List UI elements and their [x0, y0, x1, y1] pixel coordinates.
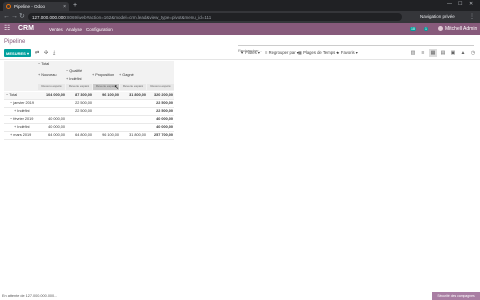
tab-close-icon[interactable]: ×	[63, 4, 66, 10]
col-header-nouveau[interactable]: + Nouveau	[38, 73, 56, 77]
browser-tab[interactable]: Pipeline - Odoo ×	[3, 2, 69, 11]
table-cell[interactable]: 22 500,00	[66, 109, 92, 113]
app-brand[interactable]: CRM	[18, 25, 34, 33]
table-cell[interactable]: 320 200,00	[147, 93, 173, 97]
filters-dropdown[interactable]: ▼ Filtres ▾	[240, 50, 260, 55]
mouse-cursor-icon: ↖	[114, 85, 120, 91]
measure-header[interactable]: Revenu espéré	[147, 84, 174, 90]
table-cell[interactable]: 96 100,00	[93, 93, 119, 97]
odoo-main-navbar: ☷ CRM Ventes Analyse Configuration 18 1 …	[0, 23, 480, 35]
user-menu[interactable]: Mitchell Admin	[438, 26, 477, 32]
table-cell[interactable]: 40 000,00	[39, 117, 65, 121]
row-header-sub[interactable]: + Indéfini	[14, 125, 30, 129]
table-cell[interactable]: 40 000,00	[39, 125, 65, 129]
divider	[0, 59, 480, 60]
periods-dropdown[interactable]: ▦ Plages de Temps ▾	[298, 50, 338, 55]
measure-header[interactable]: Revenu espéré	[120, 84, 146, 90]
table-cell[interactable]: 257 700,00	[147, 133, 173, 137]
chart-view-icon[interactable]: ▲	[459, 49, 467, 57]
incognito-label: Navigation privée	[420, 14, 455, 19]
row-header-total[interactable]: − Total	[6, 93, 17, 97]
mesures-button[interactable]: MESURES ▾	[4, 49, 31, 57]
url-path: :8069/web#action=162&model=crm.lead&view…	[65, 14, 212, 20]
user-name: Mitchell Admin	[445, 26, 478, 32]
avatar	[438, 26, 443, 32]
row-header-month[interactable]: + mars 2019	[10, 133, 31, 137]
group-by-dropdown[interactable]: ≡ Regrouper par ▾	[265, 50, 299, 55]
row-header-sub[interactable]: + Indéfini	[14, 109, 30, 113]
download-icon[interactable]: ⤓	[53, 50, 55, 56]
list-view-icon[interactable]: ≡	[419, 49, 427, 57]
apps-menu-icon[interactable]: ☷	[4, 25, 10, 33]
messages-badge[interactable]: 18	[410, 26, 416, 32]
table-cell[interactable]: 87 300,00	[66, 93, 92, 97]
col-header-total[interactable]: − Total	[38, 62, 49, 66]
table-cell[interactable]: 22 500,00	[66, 101, 92, 105]
flip-axis-icon[interactable]: ⇄	[35, 50, 39, 56]
browser-status-text: En attente de 127.000.000.000...	[2, 294, 58, 298]
table-cell[interactable]: 40 000,00	[147, 125, 173, 129]
search-field[interactable]	[238, 39, 474, 53]
pivot-view-icon[interactable]: ▦	[429, 49, 437, 57]
table-cell[interactable]: 22 500,00	[147, 109, 173, 113]
odoo-favicon-icon	[6, 4, 11, 9]
back-icon[interactable]: ←	[3, 13, 10, 21]
reload-icon[interactable]: ↻	[19, 13, 25, 21]
table-cell[interactable]: 22 500,00	[147, 101, 173, 105]
forward-icon[interactable]: →	[11, 13, 18, 21]
page-title[interactable]: Pipeline	[4, 39, 25, 45]
menu-ventes[interactable]: Ventes	[49, 27, 63, 32]
row-header-month[interactable]: − février 2019	[10, 117, 33, 121]
table-cell[interactable]: 31 800,00	[120, 133, 146, 137]
browser-address-bar: ← → ↻ 127.000.000.000:8069/web#action=16…	[0, 11, 480, 23]
url-host: 127.000.000.000	[32, 14, 66, 20]
measure-header[interactable]: Revenu espéré	[38, 84, 65, 90]
window-close-icon[interactable]: ✕	[469, 1, 473, 7]
row-header-month[interactable]: − janvier 2019	[10, 101, 34, 105]
table-row: − février 2019 40 000,00 40 000,00	[4, 116, 174, 124]
table-row: + mars 2019 64 000,00 64 800,00 96 100,0…	[4, 132, 174, 140]
col-header-qualifie-sub[interactable]: + Indéfini	[66, 77, 82, 81]
table-row: + Indéfini 22 500,00 22 500,00	[4, 108, 174, 116]
url-field[interactable]: 127.000.000.000:8069/web#action=162&mode…	[28, 13, 402, 21]
menu-analyse[interactable]: Analyse	[66, 27, 82, 32]
col-header-proposition[interactable]: + Proposition	[92, 73, 114, 77]
col-header-gagne[interactable]: + Gagné	[119, 73, 134, 77]
col-header-qualifie[interactable]: − Qualifié	[66, 69, 82, 73]
table-row: − janvier 2019 22 500,00 22 500,00	[4, 100, 174, 108]
kanban-view-icon[interactable]: ▥	[409, 49, 417, 57]
table-row: + Indéfini 40 000,00 40 000,00	[4, 124, 174, 132]
table-cell[interactable]: 64 800,00	[66, 133, 92, 137]
graph-view-icon[interactable]: ▤	[439, 49, 447, 57]
table-cell[interactable]: 96 100,00	[93, 133, 119, 137]
promo-banner[interactable]: Sécurité des campagnes	[432, 292, 480, 300]
new-tab-button[interactable]: +	[73, 2, 77, 10]
activities-badge[interactable]: 1	[424, 26, 428, 32]
page-footer	[0, 293, 480, 300]
measure-header[interactable]: Revenu espéré	[66, 84, 92, 90]
expand-all-icon[interactable]: ✣	[44, 50, 48, 56]
table-cell[interactable]: 104 000,00	[39, 93, 65, 97]
favorites-dropdown[interactable]: ★ Favoris ▾	[336, 50, 358, 55]
activity-view-icon[interactable]: ◷	[469, 49, 477, 57]
menu-configuration[interactable]: Configuration	[86, 27, 113, 32]
table-cell[interactable]: 40 000,00	[147, 117, 173, 121]
table-cell[interactable]: 64 000,00	[39, 133, 65, 137]
maximize-icon[interactable]: ☐	[458, 1, 462, 7]
browser-tab-bar: Pipeline - Odoo × + — ☐ ✕	[0, 0, 480, 11]
calendar-view-icon[interactable]: ▣	[449, 49, 457, 57]
tab-title: Pipeline - Odoo	[14, 4, 46, 9]
browser-menu-icon[interactable]: ⋮	[469, 13, 475, 20]
table-row: − Total 104 000,00 87 300,00 96 100,00 3…	[4, 92, 174, 100]
minimize-icon[interactable]: —	[447, 1, 452, 7]
table-cell[interactable]: 31 800,00	[120, 93, 146, 97]
